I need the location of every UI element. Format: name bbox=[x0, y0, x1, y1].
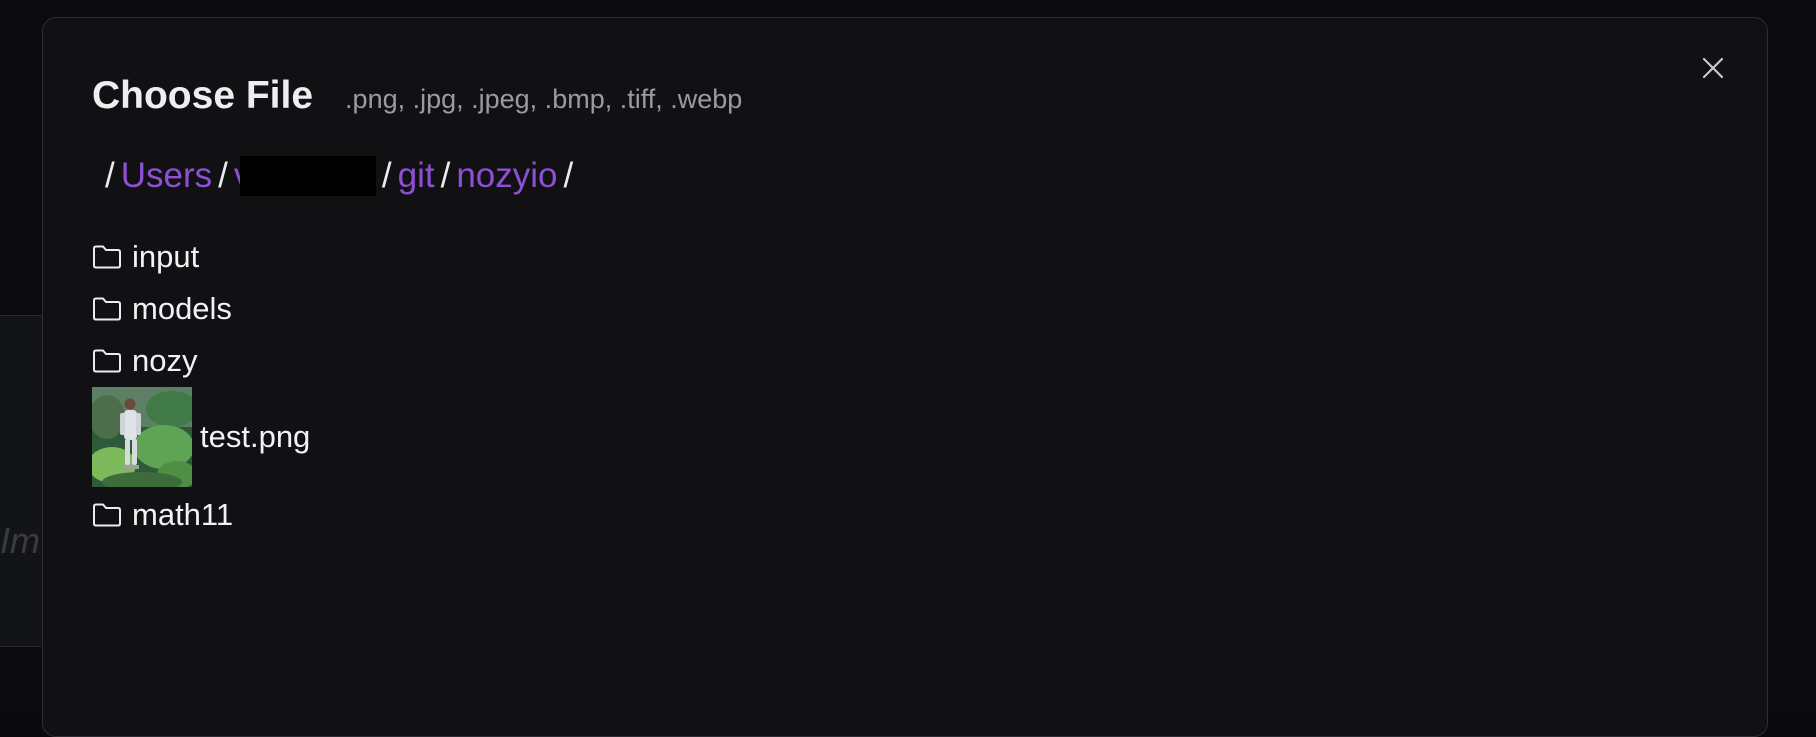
breadcrumb-item-nozyio[interactable]: nozyio bbox=[456, 156, 557, 196]
background-partial-text: Im bbox=[0, 520, 40, 561]
breadcrumb-separator: / bbox=[440, 156, 451, 195]
accepted-file-types: .png, .jpg, .jpeg, .bmp, .tiff, .webp bbox=[345, 84, 743, 114]
folder-name: models bbox=[132, 291, 232, 326]
folder-name: math11 bbox=[132, 497, 234, 532]
image-thumbnail bbox=[92, 387, 192, 487]
folder-item-models[interactable]: models bbox=[92, 283, 310, 335]
close-button[interactable] bbox=[1697, 52, 1729, 84]
folder-icon bbox=[93, 349, 121, 373]
folder-icon bbox=[93, 297, 121, 321]
breadcrumb-item-git[interactable]: git bbox=[398, 156, 435, 196]
folder-icon bbox=[93, 503, 121, 527]
redaction-box bbox=[239, 156, 376, 196]
folder-icon bbox=[93, 245, 121, 269]
breadcrumb-separator: / bbox=[218, 156, 228, 195]
file-list: input models nozy test.png math11 bbox=[92, 231, 310, 541]
file-item-test-png[interactable]: test.png bbox=[92, 385, 310, 489]
folder-item-nozy[interactable]: nozy bbox=[92, 335, 310, 387]
folder-item-math11[interactable]: math11 bbox=[92, 489, 310, 541]
breadcrumb-separator: / bbox=[105, 156, 115, 195]
close-icon bbox=[1702, 57, 1724, 79]
breadcrumb: / Users / v / git / nozyio / bbox=[99, 156, 579, 196]
folder-item-input[interactable]: input bbox=[92, 231, 310, 283]
breadcrumb-separator: / bbox=[381, 156, 392, 195]
breadcrumb-separator: / bbox=[563, 156, 574, 195]
choose-file-dialog: Choose File .png, .jpg, .jpeg, .bmp, .ti… bbox=[42, 17, 1768, 737]
breadcrumb-item-users[interactable]: Users bbox=[121, 156, 212, 196]
dialog-title: Choose File bbox=[92, 74, 314, 117]
folder-name: input bbox=[132, 239, 200, 274]
file-name: test.png bbox=[200, 419, 311, 454]
breadcrumb-item-redacted-user[interactable]: v bbox=[234, 156, 376, 196]
folder-name: nozy bbox=[132, 343, 198, 378]
dialog-header: Choose File .png, .jpg, .jpeg, .bmp, .ti… bbox=[92, 74, 742, 118]
